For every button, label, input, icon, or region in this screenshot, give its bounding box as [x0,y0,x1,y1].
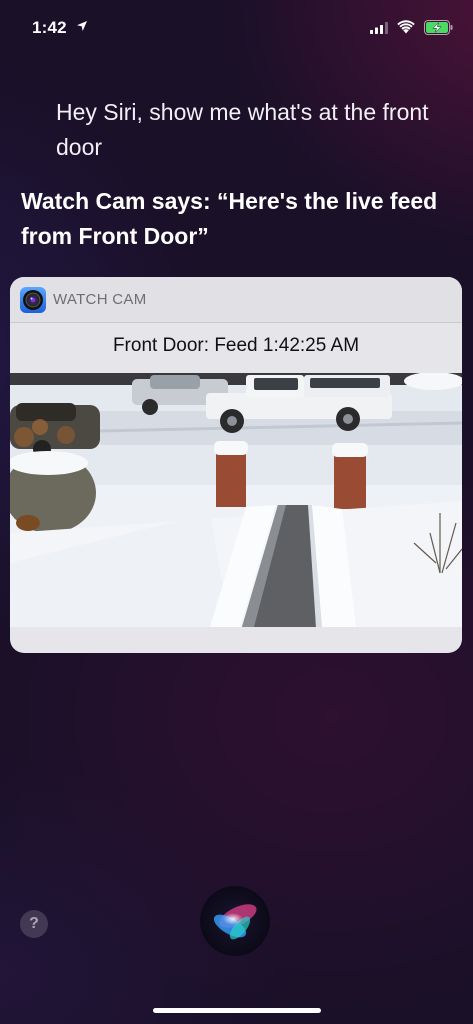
status-bar: 1:42 [0,0,473,52]
watch-cam-app-icon [20,287,46,313]
card-app-name: WATCH CAM [53,291,147,308]
help-button[interactable]: ? [20,910,48,938]
siri-orb-icon[interactable] [200,886,270,956]
card-divider [10,322,462,323]
status-time: 1:42 [32,18,67,37]
siri-response-text: Watch Cam says: “Here's the live feed fr… [21,188,438,249]
watch-cam-card[interactable]: WATCH CAM Front Door: Feed 1:42:25 AM [10,277,462,653]
wifi-icon [397,20,415,34]
siri-query-text: Hey Siri, show me what's at the front do… [56,99,429,160]
card-header: WATCH CAM [10,277,462,322]
feed-title: Front Door: Feed 1:42:25 AM [112,335,360,356]
location-arrow-icon [77,21,87,31]
battery-charging-icon [424,20,453,35]
cellular-signal-icon [370,22,388,34]
home-indicator[interactable] [153,1008,321,1013]
camera-feed-image[interactable] [10,373,462,627]
